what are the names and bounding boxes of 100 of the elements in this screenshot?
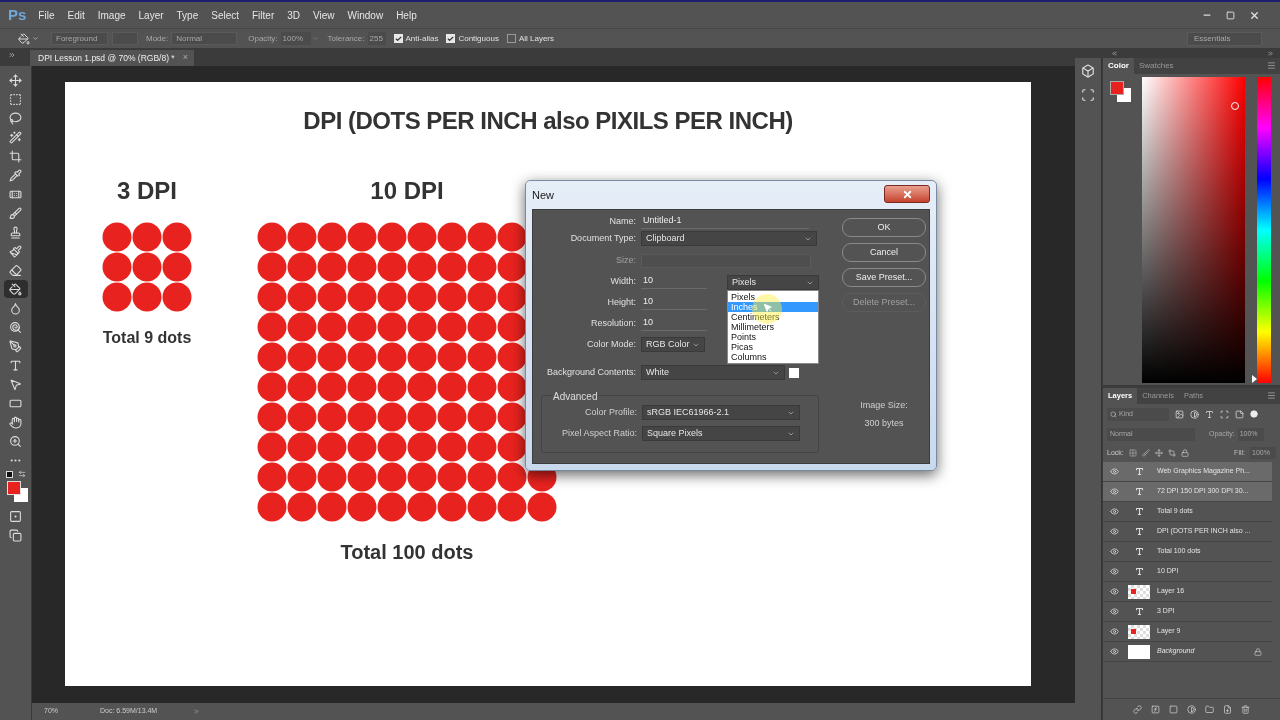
menu-item[interactable]: Image (97, 7, 126, 23)
menu-item[interactable]: Edit (67, 7, 85, 23)
visibility-icon[interactable] (1109, 487, 1119, 496)
default-colors-icon[interactable] (5, 471, 13, 478)
swap-colors-icon[interactable] (17, 470, 26, 478)
expand-icon[interactable] (1267, 49, 1274, 57)
slider-thumb[interactable] (1252, 375, 1257, 383)
visibility-icon[interactable] (1109, 547, 1119, 556)
fill-source-select[interactable]: Foreground (51, 32, 108, 45)
stamp-icon (9, 225, 22, 239)
collapse-icon[interactable] (1111, 49, 1118, 57)
visibility-icon[interactable] (1109, 507, 1119, 516)
menu-item[interactable]: Filter (252, 7, 275, 23)
color-swatch-pair[interactable] (1110, 81, 1131, 102)
lock-all-icon[interactable] (1180, 449, 1189, 457)
pointer-icon (9, 377, 22, 391)
visibility-icon[interactable] (1109, 647, 1119, 656)
mode-select[interactable]: Normal (171, 32, 238, 45)
close-icon[interactable] (1249, 9, 1260, 21)
hue-slider[interactable] (1252, 77, 1271, 383)
menu-item[interactable]: View (313, 7, 335, 23)
color-field[interactable] (1142, 77, 1245, 383)
adjustment-icon[interactable] (1187, 705, 1196, 714)
document-tab[interactable]: DPI Lesson 1.psd @ 70% (RGB/8) * × (30, 50, 194, 66)
lock-position-icon[interactable] (1154, 449, 1163, 457)
image-filter-icon[interactable] (1175, 409, 1184, 419)
menu-item[interactable]: 3D (287, 7, 301, 23)
maximize-icon[interactable] (1226, 10, 1235, 20)
close-button[interactable] (884, 185, 930, 203)
unit-option[interactable]: Columns (728, 352, 818, 362)
trash-icon[interactable] (1241, 705, 1250, 714)
paint-bucket-icon[interactable] (18, 32, 30, 45)
paintbrush-icon (9, 244, 22, 258)
unit-option[interactable]: Centimeters (728, 312, 818, 322)
opacity-label: Opacity: (248, 32, 278, 45)
panel-menu-icon[interactable] (1267, 61, 1276, 70)
panel-tab[interactable]: Color (1103, 58, 1134, 74)
menu-item[interactable]: Layer (138, 7, 164, 23)
unit-option[interactable]: Picas (728, 342, 818, 352)
number-field[interactable]: 10 (641, 316, 707, 331)
visibility-icon[interactable] (1109, 567, 1119, 576)
layer-thumbnail (1128, 584, 1150, 599)
checkbox[interactable] (506, 34, 516, 43)
3d-icon[interactable] (1081, 64, 1095, 78)
smart-object-filter-icon[interactable] (1235, 409, 1244, 419)
panel-menu-icon[interactable] (1267, 391, 1276, 400)
visibility-icon[interactable] (1109, 607, 1119, 616)
paint-bucket-icon (9, 282, 22, 296)
wand-icon (9, 130, 22, 144)
checkbox-label: Anti-alias (405, 32, 439, 45)
paint-bucket-tool[interactable] (3, 280, 28, 298)
link-icon[interactable] (1133, 705, 1142, 714)
menu-item[interactable]: Window (347, 7, 384, 23)
tolerance-field[interactable]: 255 (367, 32, 386, 45)
visibility-icon[interactable] (1109, 627, 1119, 636)
number-field[interactable]: 10 (641, 274, 707, 289)
adjustment-filter-icon[interactable] (1190, 409, 1199, 419)
type-layer-icon (1134, 547, 1144, 556)
document-type-select[interactable]: Clipboard (641, 231, 817, 246)
expand-icon[interactable] (8, 51, 16, 59)
aspect-ratio-select[interactable]: Square Pixels (642, 426, 800, 441)
color-profile-select[interactable]: sRGB IEC61966-2.1 (642, 405, 800, 420)
unit-option[interactable]: Millimeters (728, 322, 818, 332)
color-swatch-pair[interactable] (6, 481, 28, 502)
visibility-icon[interactable] (1109, 587, 1119, 596)
lock-paint-icon[interactable] (1141, 449, 1150, 457)
image-size-value: 300 bytes (864, 416, 904, 430)
type-filter-icon[interactable] (1205, 409, 1214, 419)
checkbox-label: Contiguous (458, 32, 499, 45)
field-label: Color Profile: (583, 405, 638, 419)
number-field[interactable]: 10 (641, 295, 707, 310)
filter-toggle-icon[interactable] (1250, 410, 1258, 418)
dialog-button[interactable]: Save Preset... (842, 268, 926, 287)
color-mode-select[interactable]: RGB Color (641, 337, 705, 352)
menu-item[interactable]: Type (176, 7, 199, 23)
shape-filter-icon[interactable] (1220, 409, 1229, 419)
unit-option[interactable]: Pixels (728, 292, 818, 302)
background-select[interactable]: White (641, 365, 785, 380)
example-heading: 10 DPI (370, 176, 444, 206)
dialog-button[interactable]: Cancel (842, 243, 926, 262)
unit-select[interactable]: Pixels (727, 275, 819, 290)
workspace-select[interactable]: Essentials (1187, 31, 1262, 46)
background-preview[interactable] (789, 367, 799, 378)
panel-tab[interactable]: Swatches (1133, 58, 1179, 74)
visibility-icon[interactable] (1109, 527, 1119, 536)
dialog-button[interactable]: OK (842, 218, 926, 237)
lock-artboard-icon[interactable] (1167, 449, 1176, 457)
menu-item[interactable]: Select (211, 7, 239, 23)
menu-item[interactable]: File (38, 7, 55, 23)
opacity-field[interactable]: 100% (280, 32, 311, 45)
folder-icon[interactable] (1205, 705, 1214, 714)
function-icon[interactable] (1151, 705, 1160, 714)
visibility-icon[interactable] (1109, 467, 1119, 476)
menu-item[interactable]: Help (396, 7, 417, 23)
name-field[interactable]: Untitled-1 (641, 214, 809, 229)
mask-icon[interactable] (1169, 705, 1178, 714)
unit-option[interactable]: Points (728, 332, 818, 342)
new-layer-icon[interactable] (1223, 705, 1232, 714)
chevron-icon[interactable] (32, 35, 39, 42)
tab-close[interactable]: × (182, 51, 188, 65)
